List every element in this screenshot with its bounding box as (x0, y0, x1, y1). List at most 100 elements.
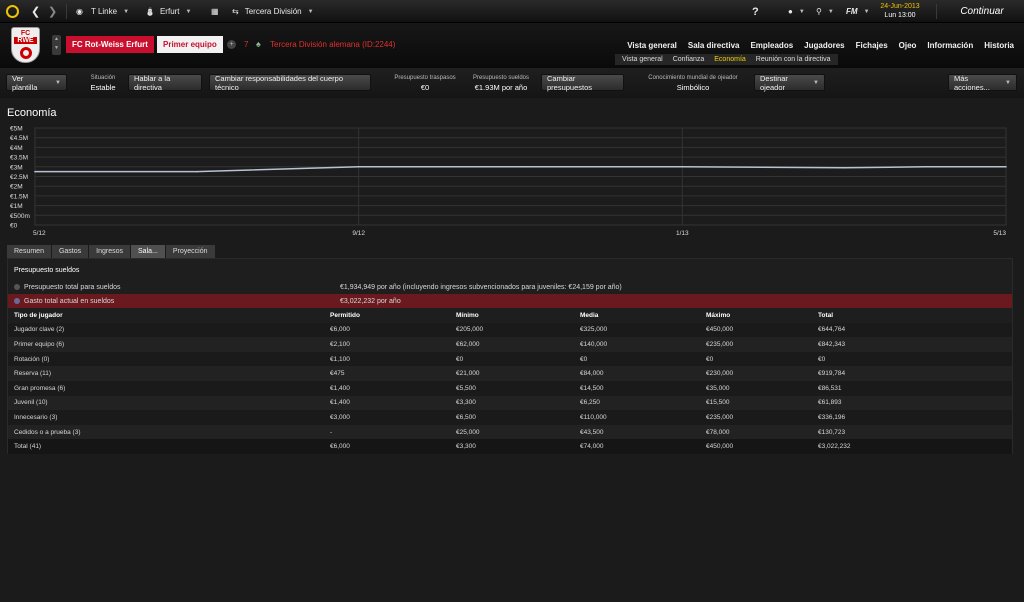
transfer-budget-info: Presupuesto traspasos €0 (385, 74, 465, 92)
table-cell: Total (41) (14, 443, 42, 451)
assign-scout-button[interactable]: Destinar ojeador ▼ (754, 74, 825, 92)
subnav-reunion[interactable]: Reunión con la directiva (756, 54, 831, 65)
city-name: Erfurt (159, 7, 180, 16)
add-icon[interactable]: + (227, 40, 236, 49)
help-icon[interactable]: ? (752, 0, 759, 23)
transfer-budget-label: Presupuesto traspasos (394, 75, 456, 81)
club-name[interactable]: FC Rot-Weiss Erfurt (66, 36, 154, 53)
table-cell: €3,000 (330, 413, 350, 421)
col-media[interactable]: Media (574, 308, 700, 323)
table-row[interactable]: Jugador clave (2) €6,000 €205,000 €325,000 €… (8, 322, 1012, 338)
tab-ingresos[interactable]: Ingresos (89, 245, 131, 258)
col-total[interactable]: Total (812, 308, 1012, 323)
fm-home-icon[interactable] (6, 0, 19, 23)
wage-spend-value: €3,022,232 por año (340, 297, 401, 305)
manager-name: T Linke (90, 7, 118, 16)
forward-icon[interactable]: ❯ (48, 0, 57, 23)
manager-menu[interactable]: ◉ T Linke ▼ (76, 0, 129, 23)
nav-informacion[interactable]: Información (927, 41, 973, 50)
subnav-confianza[interactable]: Confianza (673, 54, 705, 65)
col-player-type[interactable]: Tipo de jugador (8, 308, 324, 323)
table-row[interactable]: Juvenil (10) €1,400 €3,300 €6,250 €15,500 €61… (8, 395, 1012, 411)
main-nav: Vista general Sala directiva Empleados J… (616, 41, 1014, 50)
talk-board-button[interactable]: Hablar a la directiva (128, 74, 202, 92)
tab-gastos[interactable]: Gastos (51, 245, 89, 258)
table-row[interactable]: Innecesario (3) €3,000 €6,500 €110,000 €235,… (8, 410, 1012, 425)
wages-panel: Presupuesto sueldos Presupuesto total pa… (7, 258, 1013, 454)
table-cell: Jugador clave (2) (14, 326, 65, 334)
table-row[interactable]: Reserva (11) €475 €21,000 €84,000 €230,000 €9… (8, 366, 1012, 381)
change-responsibilities-button[interactable]: Cambiar responsabilidades del cuerpo téc… (209, 74, 371, 92)
table-row[interactable]: Cedidos o a prueba (3) - €25,000 €43,500 €78… (8, 424, 1012, 440)
table-cell: €325,000 (580, 326, 608, 334)
change-budgets-button[interactable]: Cambiar presupuestos (541, 74, 624, 92)
league-position: 7 (244, 40, 249, 49)
sub-nav: Vista general Confianza Economía Reunión… (615, 54, 838, 65)
economy-chart-svg: €5M €4.5M €4M €3.5M €3M €2.5M €2M €1.5M €1M €500m… (10, 126, 1007, 237)
table-cell: €15,500 (706, 399, 730, 407)
wage-budget-total-value: €1,934,949 por año (incluyendo ingresos … (340, 283, 622, 291)
back-icon[interactable]: ❮ (31, 0, 40, 23)
city-menu[interactable]: ⛄ Erfurt ▼ (145, 0, 191, 23)
league-icon: ♠ (256, 39, 261, 49)
continue-button[interactable]: Continuar (940, 0, 1024, 23)
wages-title: Presupuesto sueldos (14, 267, 80, 274)
nav-fichajes[interactable]: Fichajes (856, 41, 888, 50)
top-bar: ❮ ❯ ◉ T Linke ▼ ⛄ Erfurt ▼ ▦ ⇆ Tercera D… (0, 0, 1024, 23)
x-tick-label: 9/12 (352, 230, 365, 237)
table-cell: €21,000 (456, 370, 480, 378)
competition-menu[interactable]: ⇆ Tercera División ▼ (232, 0, 314, 23)
globe-icon[interactable]: ● ▼ (788, 0, 805, 23)
team-name[interactable]: Primer equipo (157, 36, 223, 53)
nav-empleados[interactable]: Empleados (750, 41, 793, 50)
view-squad-button[interactable]: Ver plantilla ▼ (6, 74, 67, 92)
table-cell: €6,000 (330, 326, 350, 334)
table-cell: Juvenil (10) (14, 399, 48, 407)
table-row[interactable]: Gran promesa (6) €1,400 €5,500 €14,500 €35,0… (8, 380, 1012, 396)
table-cell: €86,531 (818, 384, 842, 392)
club-switcher[interactable]: ▲ ▼ (52, 35, 61, 55)
table-cell: Cedidos o a prueba (3) (14, 428, 81, 436)
col-permitido[interactable]: Permitido (324, 308, 450, 323)
tab-proyeccion[interactable]: Proyección (165, 245, 215, 258)
calendar-icon[interactable]: ▦ (211, 0, 219, 23)
nav-vista-general[interactable]: Vista general (627, 41, 677, 50)
tab-sala[interactable]: Sala... (131, 245, 165, 258)
chevron-down-icon: ▼ (185, 8, 192, 15)
table-row[interactable]: Rotación (0) €1,100 €0 €0 €0 €0 (8, 351, 1012, 367)
col-maximo[interactable]: Máximo (700, 308, 812, 323)
table-row[interactable]: Total (41) €6,000 €3,300 €74,000 €450,000 €3,… (8, 439, 1012, 454)
table-cell: €3,022,232 (818, 443, 851, 451)
table-cell: €6,500 (456, 413, 476, 421)
table-cell: €6,000 (330, 443, 350, 451)
chevron-down-icon: ▼ (307, 8, 314, 15)
data-point (681, 166, 684, 168)
table-cell: €140,000 (580, 340, 608, 348)
table-cell: €475 (330, 370, 345, 378)
subnav-vista-general[interactable]: Vista general (622, 54, 663, 65)
table-cell: €3,300 (456, 443, 476, 451)
league-name[interactable]: Tercera División alemana (ID:2244) (270, 40, 395, 49)
table-cell: Rotación (0) (14, 355, 50, 363)
table-cell: €2,100 (330, 340, 350, 348)
table-cell: €62,000 (456, 340, 480, 348)
wage-budget-label: Presupuesto sueldos (472, 75, 530, 81)
nav-jugadores[interactable]: Jugadores (804, 41, 844, 50)
y-tick-label: €4M (10, 145, 23, 152)
subnav-economia[interactable]: Economía (714, 54, 746, 65)
y-tick-label: €2.5M (10, 174, 28, 181)
nav-sala-directiva[interactable]: Sala directiva (688, 41, 740, 50)
more-actions-button[interactable]: Más acciones... ▼ (948, 74, 1017, 92)
table-row[interactable]: Primer equipo (6) €2,100 €62,000 €140,000 €2… (8, 337, 1012, 352)
club-crest[interactable]: FC RWE (11, 27, 40, 63)
data-point (357, 166, 360, 168)
table-cell: €35,000 (706, 384, 730, 392)
nav-ojeo[interactable]: Ojeo (899, 41, 917, 50)
fm-menu[interactable]: FM ▼ (846, 0, 870, 23)
tab-resumen[interactable]: Resumen (7, 245, 51, 258)
chevron-down-icon: ▼ (123, 8, 130, 15)
col-minimo[interactable]: Mínimo (450, 308, 574, 323)
search-icon[interactable]: ⚲ ▼ (816, 0, 834, 23)
table-cell: €14,500 (580, 384, 604, 392)
nav-historia[interactable]: Historia (984, 41, 1014, 50)
